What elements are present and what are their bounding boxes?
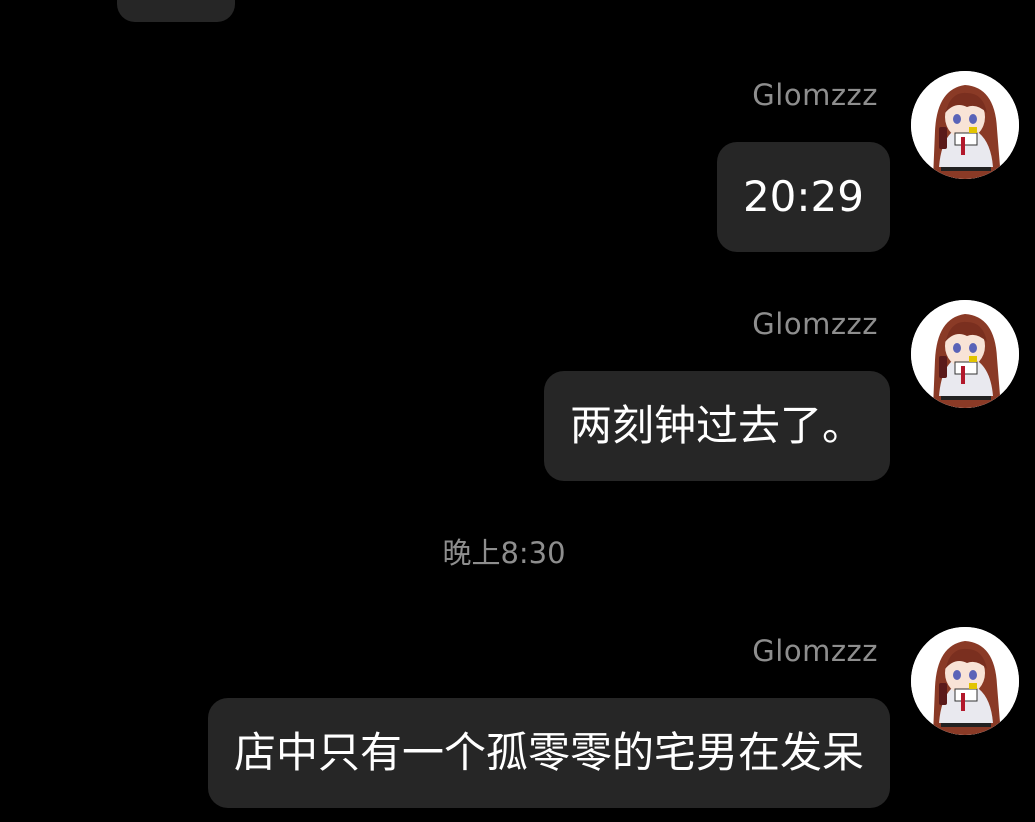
sender-name: Glomzzz [752,78,878,112]
chat-view[interactable]: Glomzzz 20:29 Glomzzz 两刻钟过去了。 晚上8:30 Glo… [0,0,1035,822]
anime-girl-avatar-icon [911,300,1019,408]
previous-message-bubble[interactable] [117,0,235,22]
avatar[interactable] [911,300,1019,408]
anime-girl-avatar-icon [911,627,1019,735]
message-bubble[interactable]: 店中只有一个孤零零的宅男在发呆 [207,698,890,808]
message-bubble[interactable]: 20:29 [716,142,890,252]
avatar[interactable] [911,627,1019,735]
message-text: 店中只有一个孤零零的宅男在发呆 [233,728,864,777]
anime-girl-avatar-icon [911,71,1019,179]
message-text: 两刻钟过去了。 [569,401,864,450]
sender-name: Glomzzz [752,634,878,668]
timestamp: 晚上8:30 [442,536,566,570]
message-bubble[interactable]: 两刻钟过去了。 [543,371,890,481]
avatar[interactable] [911,71,1019,179]
message-text: 20:29 [742,172,864,221]
sender-name: Glomzzz [752,307,878,341]
